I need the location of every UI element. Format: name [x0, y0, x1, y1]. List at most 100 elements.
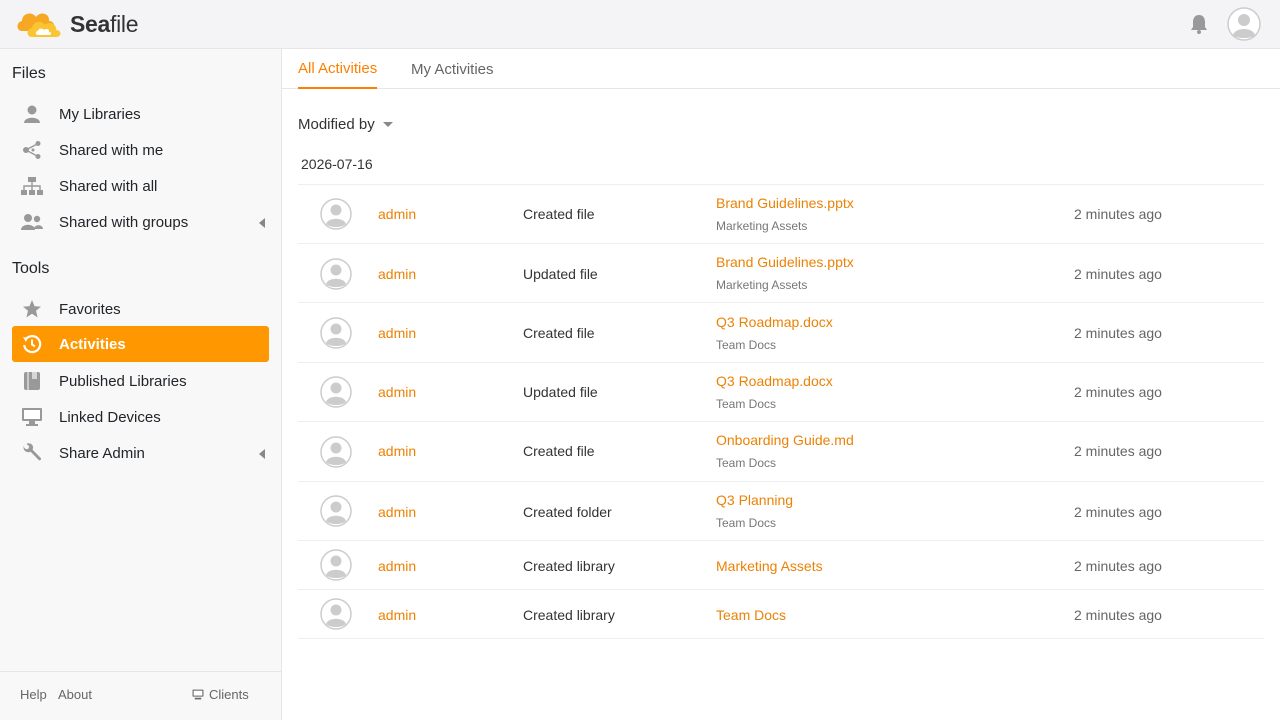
- avatar-icon: [320, 436, 352, 468]
- filter-label: Modified by: [298, 116, 375, 133]
- timestamp: 2 minutes ago: [1074, 206, 1162, 222]
- activity-table: admin Created file Brand Guidelines.pptx…: [298, 184, 1264, 639]
- operation-text: Created library: [523, 607, 615, 623]
- sidebar-item-published-libraries[interactable]: Published Libraries: [12, 363, 269, 399]
- table-row: admin Created file Brand Guidelines.pptx…: [298, 185, 1264, 244]
- sidebar-item-linked-devices[interactable]: Linked Devices: [12, 399, 269, 435]
- clients-link[interactable]: Clients: [192, 687, 249, 702]
- operation-text: Updated file: [523, 266, 598, 282]
- monitor-icon: [192, 689, 204, 700]
- avatar-icon: [320, 317, 352, 349]
- sidebar-item-label: Favorites: [59, 300, 121, 318]
- timestamp: 2 minutes ago: [1074, 384, 1162, 400]
- sidebar-item-label: Shared with me: [59, 141, 164, 159]
- library-link[interactable]: Team Docs: [716, 397, 776, 411]
- sidebar-item-shared-with-groups[interactable]: Shared with groups: [12, 204, 269, 240]
- library-link[interactable]: Marketing Assets: [716, 558, 823, 574]
- star-icon: [21, 298, 43, 320]
- library-link[interactable]: Marketing Assets: [716, 219, 807, 233]
- library-link[interactable]: Team Docs: [716, 516, 776, 530]
- table-row: admin Created folder Q3 Planning Team Do…: [298, 482, 1264, 541]
- user-link[interactable]: admin: [378, 384, 416, 400]
- sidebar-item-label: Linked Devices: [59, 408, 161, 426]
- timestamp: 2 minutes ago: [1074, 504, 1162, 520]
- avatar-icon: [320, 549, 352, 581]
- modified-by-filter[interactable]: Modified by: [298, 116, 393, 133]
- operation-text: Created file: [523, 443, 595, 459]
- sidebar-item-shared-with-all[interactable]: Shared with all: [12, 168, 269, 204]
- bell-icon[interactable]: [1188, 13, 1210, 35]
- org-icon: [21, 175, 43, 197]
- seafile-logo[interactable]: Seafile: [16, 7, 139, 41]
- wrench-icon: [21, 442, 43, 464]
- sidebar-item-label: Activities: [59, 335, 126, 353]
- user-link[interactable]: admin: [378, 607, 416, 623]
- operation-text: Created file: [523, 206, 595, 222]
- avatar-icon: [320, 376, 352, 408]
- avatar-icon: [320, 198, 352, 230]
- caret-left-icon[interactable]: [259, 218, 265, 228]
- user-avatar-icon[interactable]: [1227, 7, 1261, 41]
- book-icon: [21, 370, 43, 392]
- files-heading: Files: [12, 65, 46, 82]
- avatar-icon: [320, 598, 352, 630]
- group-icon: [21, 211, 43, 233]
- library-link[interactable]: Team Docs: [716, 338, 776, 352]
- sidebar-item-label: Share Admin: [59, 444, 145, 462]
- share-icon: [21, 139, 43, 161]
- caret-left-icon[interactable]: [259, 449, 265, 459]
- monitor-icon: [21, 406, 43, 428]
- sidebar-item-share-admin[interactable]: Share Admin: [12, 435, 269, 471]
- clients-label: Clients: [209, 687, 249, 702]
- operation-text: Updated file: [523, 384, 598, 400]
- user-link[interactable]: admin: [378, 504, 416, 520]
- timestamp: 2 minutes ago: [1074, 558, 1162, 574]
- sidebar: Files My Libraries Shared with me Shared…: [0, 49, 282, 720]
- file-link[interactable]: Brand Guidelines.pptx: [716, 195, 854, 211]
- about-link[interactable]: About: [58, 687, 92, 702]
- library-link[interactable]: Team Docs: [716, 456, 776, 470]
- tab-my-activities[interactable]: My Activities: [411, 61, 494, 88]
- sidebar-item-favorites[interactable]: Favorites: [12, 291, 269, 327]
- user-icon: [21, 103, 43, 125]
- user-link[interactable]: admin: [378, 558, 416, 574]
- library-link[interactable]: Team Docs: [716, 607, 786, 623]
- timestamp: 2 minutes ago: [1074, 443, 1162, 459]
- sidebar-footer: Help About Clients: [0, 671, 281, 720]
- sidebar-item-shared-with-me[interactable]: Shared with me: [12, 132, 269, 168]
- user-link[interactable]: admin: [378, 325, 416, 341]
- user-link[interactable]: admin: [378, 206, 416, 222]
- avatar-icon: [320, 258, 352, 290]
- caret-down-icon: [382, 122, 393, 127]
- file-link[interactable]: Q3 Roadmap.docx: [716, 314, 833, 330]
- table-row: admin Updated file Q3 Roadmap.docx Team …: [298, 363, 1264, 422]
- user-link[interactable]: admin: [378, 443, 416, 459]
- tools-heading: Tools: [12, 260, 50, 277]
- file-link[interactable]: Onboarding Guide.md: [716, 432, 854, 448]
- table-row: admin Updated file Brand Guidelines.pptx…: [298, 244, 1264, 303]
- tab-all-activities[interactable]: All Activities: [298, 60, 378, 89]
- library-link[interactable]: Marketing Assets: [716, 278, 807, 292]
- cloud-logo-icon: [17, 13, 61, 37]
- file-link[interactable]: Brand Guidelines.pptx: [716, 254, 854, 270]
- folder-link[interactable]: Q3 Planning: [716, 492, 793, 508]
- operation-text: Created library: [523, 558, 615, 574]
- sidebar-item-label: Published Libraries: [59, 372, 187, 390]
- avatar-icon: [320, 495, 352, 527]
- activity-tabs: All Activities My Activities: [282, 49, 1280, 89]
- file-link[interactable]: Q3 Roadmap.docx: [716, 373, 833, 389]
- main-content: All Activities My Activities Modified by…: [282, 49, 1280, 720]
- history-icon: [21, 333, 43, 355]
- sidebar-item-my-libraries[interactable]: My Libraries: [12, 96, 269, 132]
- table-row: admin Created library Marketing Assets 2…: [298, 541, 1264, 590]
- timestamp: 2 minutes ago: [1074, 325, 1162, 341]
- operation-text: Created folder: [523, 504, 612, 520]
- operation-text: Created file: [523, 325, 595, 341]
- user-link[interactable]: admin: [378, 266, 416, 282]
- date-heading: 2026-07-16: [301, 156, 373, 172]
- help-link[interactable]: Help: [20, 687, 47, 702]
- sidebar-item-label: Shared with groups: [59, 213, 189, 231]
- logo-text: Seafile: [70, 10, 139, 37]
- timestamp: 2 minutes ago: [1074, 266, 1162, 282]
- sidebar-item-activities[interactable]: Activities: [12, 326, 269, 362]
